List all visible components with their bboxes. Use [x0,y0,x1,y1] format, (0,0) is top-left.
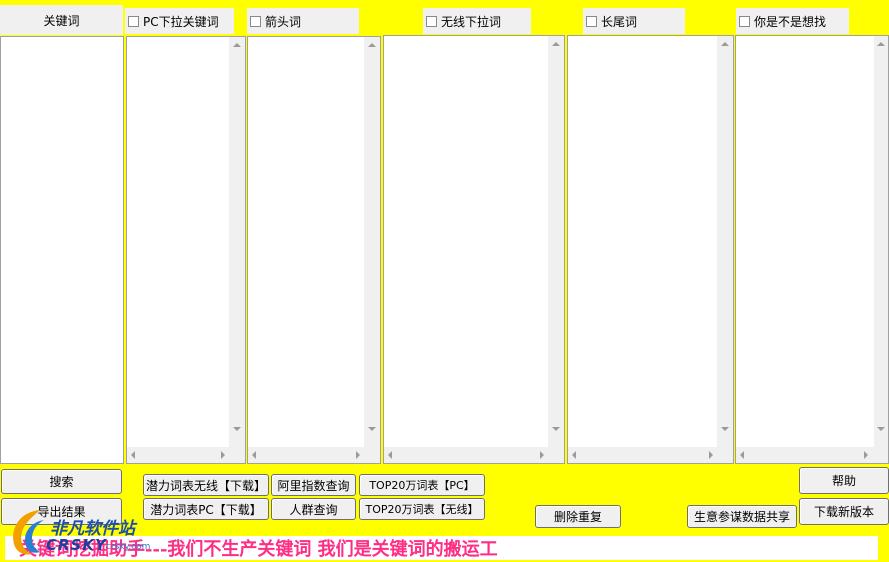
ali-index-button[interactable]: 阿里指数查询 [271,474,356,496]
mobile-dropdown-hscrollbar[interactable] [384,447,564,463]
suggest-list[interactable] [735,35,889,464]
watermark-url: crsky.com [106,542,151,552]
scroll-right-icon[interactable] [221,451,225,459]
keyword-header-label: 关键词 [43,13,80,28]
pc-dropdown-label: PC下拉关键词 [143,14,219,29]
top20-mobile-button[interactable]: TOP20万词表【无线】 [359,498,485,520]
suggest-hscrollbar[interactable] [736,447,888,463]
longtail-header: 长尾词 [583,8,685,34]
scroll-left-icon[interactable] [388,451,392,459]
mobile-dropdown-label: 无线下拉词 [441,14,502,29]
pc-dropdown-hscrollbar[interactable] [127,447,245,463]
scroll-right-icon[interactable] [864,451,868,459]
mobile-dropdown-vscrollbar[interactable] [548,36,564,447]
scroll-up-icon[interactable] [721,42,729,46]
longtail-vscrollbar[interactable] [717,36,733,447]
scroll-right-icon[interactable] [356,451,360,459]
dedupe-button[interactable]: 删除重复 [535,505,621,528]
pc-dropdown-checkbox[interactable] [128,15,139,27]
scroll-down-icon[interactable] [368,427,376,431]
crsky-watermark: 非凡软件站 CRSKY crsky.com [6,504,156,560]
scroll-down-icon[interactable] [552,427,560,431]
suggest-label: 你是不是想找 [754,14,827,29]
pc-dropdown-vscrollbar[interactable] [229,37,245,447]
scroll-left-icon[interactable] [131,451,135,459]
suggest-header: 你是不是想找 [736,8,849,34]
arrow-list[interactable] [247,36,381,464]
arrow-label: 箭头词 [265,14,302,29]
scroll-down-icon[interactable] [721,427,729,431]
pc-dropdown-header: PC下拉关键词 [125,8,234,34]
arrow-vscrollbar[interactable] [364,37,380,447]
watermark-en: CRSKY [46,536,107,554]
scroll-up-icon[interactable] [233,43,241,47]
longtail-hscrollbar[interactable] [568,447,733,463]
longtail-checkbox[interactable] [586,15,597,27]
keyword-header: 关键词 [0,5,123,35]
mobile-dropdown-header: 无线下拉词 [423,8,531,34]
potential-mobile-download-button[interactable]: 潜力词表无线【下载】 [143,474,269,496]
help-button[interactable]: 帮助 [799,467,889,494]
longtail-label: 长尾词 [601,14,638,29]
download-new-version-button[interactable]: 下载新版本 [799,498,889,525]
scroll-up-icon[interactable] [552,42,560,46]
potential-pc-download-button[interactable]: 潜力词表PC【下载】 [143,498,269,520]
mobile-dropdown-list[interactable] [383,35,565,464]
scroll-left-icon[interactable] [572,451,576,459]
scroll-right-icon[interactable] [709,451,713,459]
arrow-hscrollbar[interactable] [248,447,380,463]
scroll-up-icon[interactable] [877,42,885,46]
crowd-query-button[interactable]: 人群查询 [271,498,356,520]
scroll-down-icon[interactable] [877,427,885,431]
arrow-checkbox[interactable] [250,15,261,27]
scroll-down-icon[interactable] [233,427,241,431]
scroll-left-icon[interactable] [252,451,256,459]
crsky-logo-icon [13,510,44,555]
arrow-header: 箭头词 [247,8,359,34]
suggest-vscrollbar[interactable] [874,36,888,447]
longtail-list[interactable] [567,35,734,464]
top20-pc-button[interactable]: TOP20万词表【PC】 [359,474,485,496]
pc-dropdown-list[interactable] [126,36,246,464]
shengyi-share-button[interactable]: 生意参谋数据共享 [687,505,797,528]
scroll-right-icon[interactable] [540,451,544,459]
keyword-input-list[interactable] [0,36,124,464]
scroll-up-icon[interactable] [368,43,376,47]
suggest-checkbox[interactable] [739,15,750,27]
scroll-left-icon[interactable] [740,451,744,459]
mobile-dropdown-checkbox[interactable] [426,15,437,27]
search-button[interactable]: 搜索 [1,469,122,494]
